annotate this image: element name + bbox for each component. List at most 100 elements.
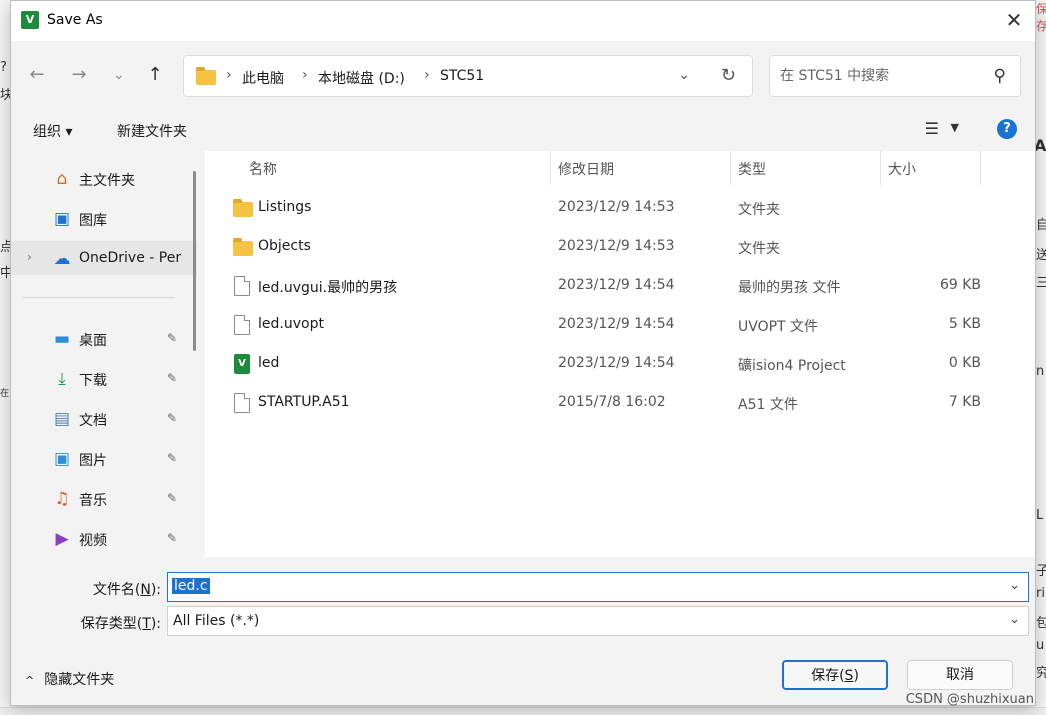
chevron-down-icon[interactable]: ⌄ <box>1009 578 1020 593</box>
file-name: Listings <box>258 199 312 215</box>
folder-icon <box>233 238 253 256</box>
sidebar-item-music[interactable]: ♫ 音乐 ✎ <box>11 481 197 515</box>
sidebar-item-desktop[interactable]: ▬ 桌面 ✎ <box>11 321 197 355</box>
breadcrumb-stc51[interactable]: STC51 <box>440 68 484 84</box>
pictures-icon: ▣ <box>53 449 71 469</box>
chevron-down-icon[interactable]: ⌄ <box>1009 612 1020 627</box>
sidebar-item-downloads[interactable]: ⤓ 下载 ✎ <box>11 361 197 395</box>
close-button[interactable]: ✕ <box>1001 7 1027 33</box>
expand-icon[interactable]: › <box>27 250 32 264</box>
pin-icon: ✎ <box>167 371 178 385</box>
sidebar-item-pictures[interactable]: ▣ 图片 ✎ <box>11 441 197 475</box>
file-row[interactable]: led.uvopt 2023/12/9 14:54 UVOPT 文件 5 KB <box>205 306 1035 345</box>
organize-button[interactable]: 组织 ▾ <box>33 121 72 141</box>
sidebar-item-videos[interactable]: ▶ 视频 ✎ <box>11 521 197 555</box>
view-list-icon[interactable]: ☰ <box>925 119 939 138</box>
save-button[interactable]: 保存(S) <box>782 660 888 690</box>
file-row[interactable]: V led 2023/12/9 14:54 礦ision4 Project 0 … <box>205 345 1035 384</box>
breadcrumb-separator: › <box>226 67 232 83</box>
filetype-label: 保存类型(T): <box>80 616 161 632</box>
file-row[interactable]: STARTUP.A51 2015/7/8 16:02 A51 文件 7 KB <box>205 384 1035 423</box>
pin-icon: ✎ <box>167 331 178 345</box>
file-row[interactable]: Objects 2023/12/9 14:53 文件夹 <box>205 228 1035 267</box>
file-type: 文件夹 <box>738 241 780 257</box>
column-divider[interactable] <box>980 151 981 185</box>
up-button[interactable]: ↑ <box>143 63 167 87</box>
address-bar[interactable]: › 此电脑 › 本地磁盘 (D:) › STC51 ⌄ ↻ <box>183 55 753 97</box>
breadcrumb-local-disk[interactable]: 本地磁盘 (D:) <box>318 68 405 88</box>
sidebar-item-label: 图片 <box>79 453 107 469</box>
breadcrumb-this-pc[interactable]: 此电脑 <box>242 68 284 88</box>
sidebar-item-home[interactable]: ⌂ 主文件夹 <box>11 161 197 195</box>
save-as-dialog: V Save As ✕ ← → ⌄ ↑ › 此电脑 › 本地磁盘 (D:) › … <box>10 0 1036 706</box>
recent-locations-button[interactable]: ⌄ <box>107 63 131 87</box>
background-text: ri <box>1036 586 1045 601</box>
sidebar-item-gallery[interactable]: ▣ 图库 <box>11 201 197 235</box>
background-text: L <box>1036 508 1044 523</box>
file-name: Objects <box>258 238 311 254</box>
hide-folders-toggle[interactable]: ^ 隐藏文件夹 <box>25 669 114 689</box>
file-name: led <box>258 355 280 371</box>
sidebar-item-label: 文档 <box>79 413 107 429</box>
file-date: 2023/12/9 14:54 <box>558 355 675 371</box>
column-header-date[interactable]: 修改日期 <box>550 151 730 185</box>
gallery-icon: ▣ <box>53 209 71 229</box>
file-date: 2023/12/9 14:54 <box>558 277 675 293</box>
filename-label: 文件名(N): <box>92 582 161 598</box>
file-date: 2023/12/9 14:53 <box>558 199 675 215</box>
file-list: 名称 ^ 修改日期 类型 大小 Listings 2023/12/9 14:53… <box>205 151 1035 557</box>
file-row[interactable]: led.uvgui.最帅的男孩 2023/12/9 14:54 最帅的男孩 文件… <box>205 267 1035 306</box>
home-icon: ⌂ <box>56 169 68 189</box>
navigation-pane: ⌂ 主文件夹 ▣ 图库 › ☁ OneDrive - Per ▬ 桌面 ✎ ⤓ … <box>11 151 197 557</box>
watermark-text: CSDN @shuzhixuan <box>905 692 1034 707</box>
pin-icon: ✎ <box>167 411 178 425</box>
download-icon: ⤓ <box>58 369 66 389</box>
file-row[interactable]: Listings 2023/12/9 14:53 文件夹 <box>205 189 1035 228</box>
forward-button[interactable]: → <box>67 63 91 87</box>
sort-ascending-icon: ^ <box>249 159 260 173</box>
sidebar-item-label: 下载 <box>79 373 107 389</box>
filename-field[interactable]: led.c ⌄ <box>167 572 1029 602</box>
search-icon[interactable]: ⚲ <box>994 66 1006 86</box>
pin-icon: ✎ <box>167 451 178 465</box>
file-date: 2023/12/9 14:54 <box>558 316 675 332</box>
search-box: ⚲ <box>769 55 1021 97</box>
folder-icon <box>196 67 216 85</box>
file-type: A51 文件 <box>738 397 798 413</box>
uvision-project-icon: V <box>234 354 250 374</box>
sidebar-item-label: 主文件夹 <box>79 173 135 189</box>
file-name: led.uvgui.最帅的男孩 <box>258 280 398 296</box>
pin-icon: ✎ <box>167 531 178 545</box>
sidebar-item-label: 桌面 <box>79 333 107 349</box>
sidebar-item-label: OneDrive - Per <box>79 250 182 266</box>
sidebar-item-label: 视频 <box>79 533 107 549</box>
background-text: 在 <box>0 389 10 399</box>
toolbar: 组织 ▾ 新建文件夹 ☰ ▼ ? <box>11 109 1035 151</box>
title-bar: V Save As ✕ <box>11 1 1035 41</box>
pin-icon: ✎ <box>167 491 178 505</box>
chevron-down-icon[interactable]: ⌄ <box>678 67 690 83</box>
back-button[interactable]: ← <box>25 63 49 87</box>
column-header-type[interactable]: 类型 <box>730 151 880 185</box>
help-icon[interactable]: ? <box>997 119 1017 139</box>
sidebar-item-documents[interactable]: ▤ 文档 ✎ <box>11 401 197 435</box>
file-date: 2015/7/8 16:02 <box>558 394 666 410</box>
view-options-dropdown[interactable]: ▼ <box>951 121 959 134</box>
column-header-name[interactable]: 名称 ^ <box>241 151 550 185</box>
file-icon <box>234 393 250 413</box>
search-input[interactable] <box>780 66 980 86</box>
sidebar-item-label: 图库 <box>79 213 107 229</box>
column-header-size[interactable]: 大小 <box>880 151 980 185</box>
sidebar-item-onedrive[interactable]: › ☁ OneDrive - Per <box>11 241 197 275</box>
filename-value[interactable]: led.c <box>172 578 210 594</box>
filetype-select[interactable]: All Files (*.*) ⌄ <box>167 606 1029 636</box>
file-size: 7 KB <box>948 394 981 410</box>
background-text: 保存 <box>1036 2 1046 33</box>
sidebar-scrollbar[interactable] <box>193 171 196 351</box>
refresh-icon[interactable]: ↻ <box>721 65 736 86</box>
new-folder-button[interactable]: 新建文件夹 <box>117 121 187 141</box>
hide-folders-label: 隐藏文件夹 <box>44 672 115 688</box>
sidebar-item-label: 音乐 <box>79 493 107 509</box>
cancel-button[interactable]: 取消 <box>907 660 1013 690</box>
file-type: 最帅的男孩 文件 <box>738 280 841 296</box>
